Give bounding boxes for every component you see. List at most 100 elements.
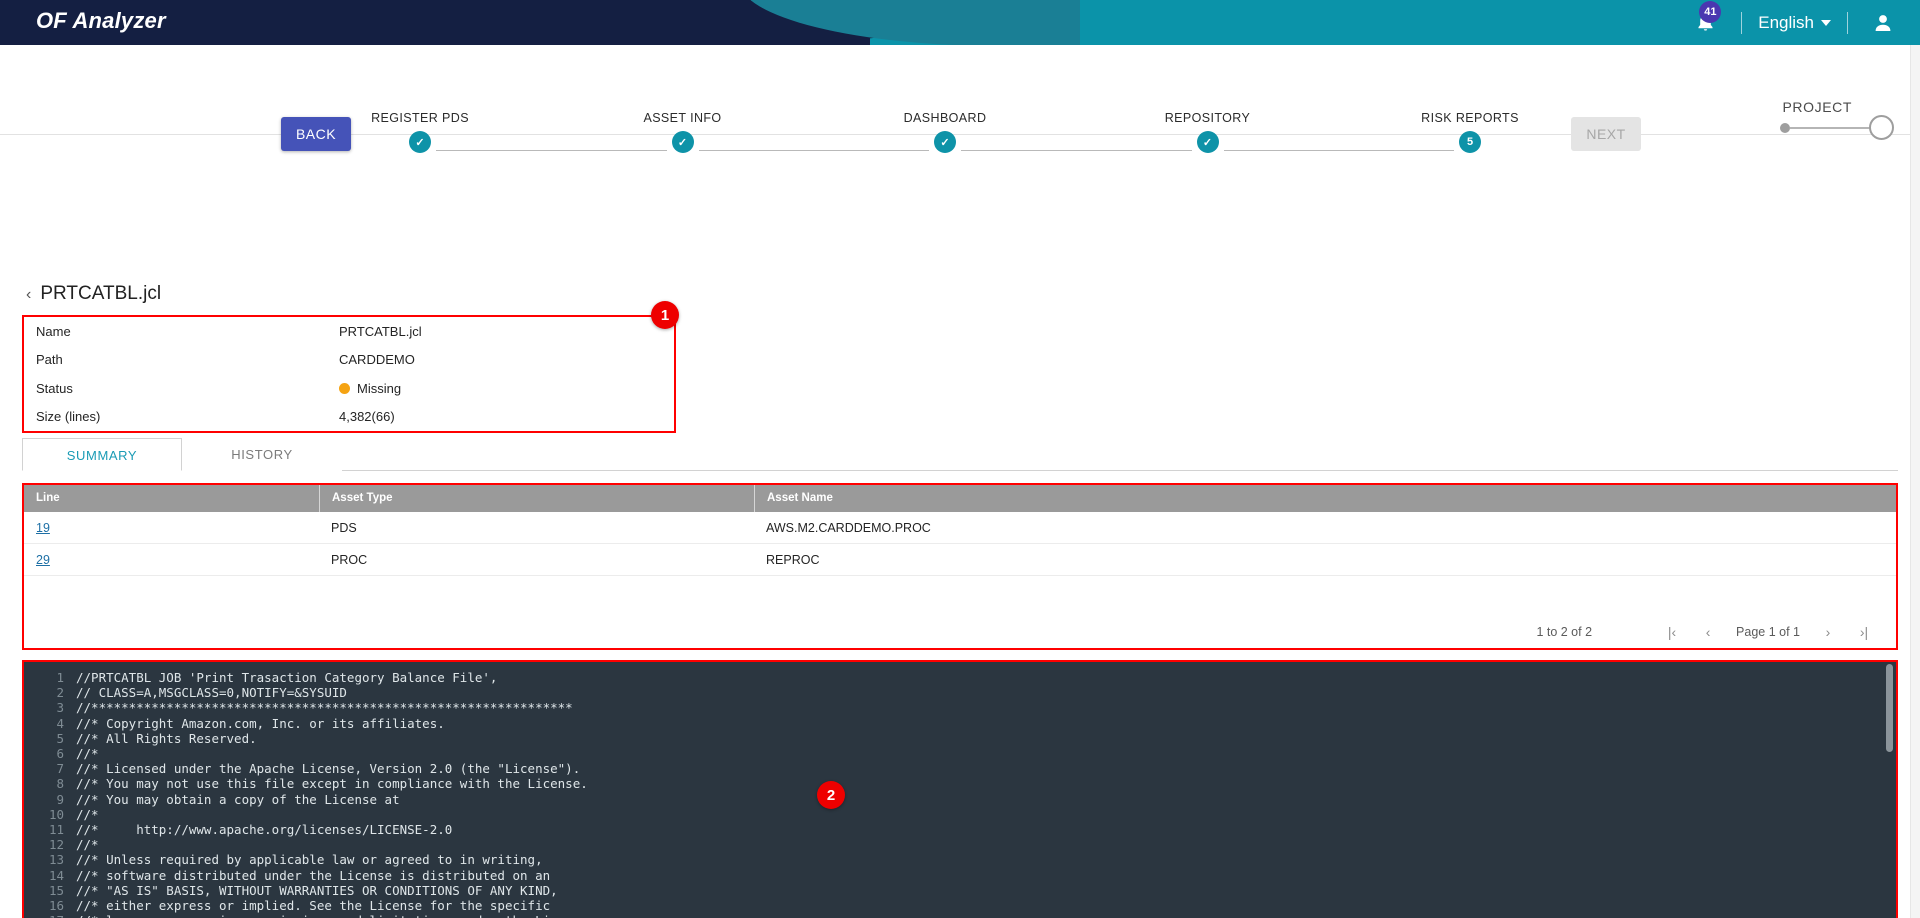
code-line: 17//* language governing permissions and… [24, 913, 1896, 918]
code-line-text: //* [76, 806, 99, 822]
column-header-line[interactable]: Line [24, 485, 319, 512]
code-line-text: //* You may obtain a copy of the License… [76, 791, 400, 807]
pagination-next-button[interactable]: › [1810, 624, 1846, 640]
code-line-text: //* [76, 746, 99, 762]
code-line-number: 1 [56, 670, 64, 685]
annotation-marker-1: 1 [651, 301, 679, 329]
code-line-text: //* You may not use this file except in … [76, 776, 588, 792]
notifications-button[interactable]: 41 [1685, 0, 1725, 45]
wizard-step-dashboard[interactable]: DASHBOARD ✓ [845, 111, 1045, 153]
language-selector[interactable]: English [1758, 13, 1831, 33]
code-line-text: //* language governing permissions and l… [76, 913, 588, 918]
step-label: RISK REPORTS [1421, 111, 1519, 125]
step-marker[interactable]: 5 [1459, 131, 1481, 153]
code-line-number: 8 [56, 776, 64, 792]
app-header: OF Analyzer 41 English [0, 0, 1920, 45]
step-label: ASSET INFO [643, 111, 722, 125]
code-line-text: //* [76, 837, 99, 853]
wizard-step-risk-reports[interactable]: RISK REPORTS 5 [1370, 111, 1570, 153]
column-header-asset-type[interactable]: Asset Type [319, 485, 754, 512]
detail-label: Status [36, 380, 73, 396]
code-line: 11 //* http://www.apache.org/licenses/LIC… [24, 822, 1896, 837]
step-marker[interactable]: ✓ [671, 131, 694, 153]
breadcrumb[interactable]: ‹ PRTCATBL.jcl [26, 283, 161, 305]
step-marker[interactable]: ✓ [1196, 131, 1219, 153]
source-code-viewer[interactable]: 1 //PRTCATBL JOB 'Print Trasaction Catego… [22, 660, 1898, 918]
code-line-number: 11 [48, 822, 64, 838]
pagination-page-label: Page 1 of 1 [1736, 625, 1800, 639]
detail-value-text: Missing [357, 380, 402, 396]
cell-asset-name: REPROC [766, 552, 820, 567]
code-line-number: 10 [48, 806, 64, 822]
code-line: 12 //* [24, 837, 1896, 852]
project-toggle[interactable]: PROJECT [1780, 99, 1894, 140]
pagination-last-button[interactable]: ›| [1846, 624, 1882, 640]
app-logo: OF Analyzer [36, 8, 166, 33]
code-line-number: 12 [48, 837, 64, 853]
header-divider-1 [1741, 11, 1743, 34]
code-line-text: //* Copyright Amazon.com, Inc. or its af… [76, 715, 445, 731]
notification-badge: 41 [1699, 1, 1722, 23]
code-line-text: //* Unless required by applicable law or… [76, 852, 543, 868]
pagination-prev-button[interactable]: ‹ [1690, 624, 1726, 640]
code-line-text: //* Licensed under the Apache License, V… [76, 761, 581, 777]
line-number-link[interactable]: 19 [36, 521, 50, 535]
code-line-text: //* http://www.apache.org/licenses/LICEN… [76, 822, 453, 838]
table-header-row: Line Asset Type Asset Name [24, 485, 1896, 512]
detail-value: 4,382(66) [339, 409, 395, 424]
step-connector-line [698, 150, 929, 151]
wizard-step-register-pds[interactable]: REGISTER PDS ✓ [320, 111, 520, 153]
code-line: 4 //* Copyright Amazon.com, Inc. or its a… [24, 716, 1896, 731]
code-line: 5 //* All Rights Reserved. [24, 731, 1896, 746]
detail-value: Missing [339, 381, 401, 396]
chevron-down-icon [1821, 19, 1831, 26]
detail-label: Path [36, 352, 63, 368]
code-line-number: 7 [56, 761, 64, 777]
detail-value-text: PRTCATBL.jcl [339, 323, 422, 339]
detail-value: CARDDEMO [339, 352, 415, 367]
code-line-number: 15 [48, 882, 64, 898]
step-connector-line [961, 150, 1192, 151]
tab-summary[interactable]: SUMMARY [22, 438, 182, 471]
code-lines-container: 1 //PRTCATBL JOB 'Print Trasaction Catego… [24, 662, 1896, 918]
column-header-asset-name[interactable]: Asset Name [754, 485, 1896, 512]
cell-asset-type: PDS [331, 520, 357, 535]
line-number-link[interactable]: 29 [36, 553, 50, 567]
code-line-text: //* "AS IS" BASIS, WITHOUT WARRANTIES OR… [76, 882, 558, 898]
wizard-step-asset-info[interactable]: ASSET INFO ✓ [583, 111, 783, 153]
annotation-marker-2: 2 [817, 781, 845, 809]
cell-asset-name: AWS.M2.CARDDEMO.PROC [766, 520, 931, 535]
code-line: 15 //* "AS IS" BASIS, WITHOUT WARRANTIES … [24, 883, 1896, 898]
user-menu-button[interactable] [1864, 13, 1902, 33]
detail-row: Path CARDDEMO [24, 346, 674, 375]
project-toggle-knob[interactable] [1869, 115, 1894, 140]
page-scrollbar[interactable] [1910, 45, 1920, 918]
code-line-text: //**************************************… [76, 700, 573, 716]
code-line: 1 //PRTCATBL JOB 'Print Trasaction Catego… [24, 670, 1896, 685]
code-line-text: //PRTCATBL JOB 'Print Trasaction Categor… [76, 670, 498, 685]
code-line-text: //* All Rights Reserved. [76, 730, 257, 746]
code-line-number: 6 [56, 746, 64, 762]
code-line: 9 //* You may obtain a copy of the Licens… [24, 792, 1896, 807]
pagination-first-button[interactable]: |‹ [1654, 624, 1690, 640]
code-line: 2 // CLASS=A,MSGCLASS=0,NOTIFY=&SYSUID [24, 685, 1896, 700]
code-line: 14 //* software distributed under the Lic… [24, 868, 1896, 883]
tab-history[interactable]: HISTORY [182, 438, 342, 471]
language-label: English [1758, 12, 1814, 32]
table-row: 19 PDS AWS.M2.CARDDEMO.PROC [24, 512, 1896, 544]
back-chevron-icon[interactable]: ‹ [26, 287, 31, 303]
step-marker[interactable]: ✓ [934, 131, 956, 153]
code-vertical-scrollbar[interactable] [1886, 664, 1893, 752]
pagination-range: 1 to 2 of 2 [1536, 625, 1593, 639]
step-marker[interactable]: ✓ [409, 131, 431, 153]
detail-label: Name [36, 323, 71, 339]
code-line-number: 14 [48, 867, 64, 883]
project-toggle-label: PROJECT [1782, 99, 1852, 115]
step-label: DASHBOARD [903, 111, 987, 125]
wizard-step-repository[interactable]: REPOSITORY ✓ [1108, 111, 1308, 153]
detail-value: PRTCATBL.jcl [339, 324, 422, 339]
code-line: 3 //*************************************… [24, 700, 1896, 715]
detail-value-text: CARDDEMO [339, 352, 415, 368]
step-label: REGISTER PDS [371, 111, 469, 125]
project-toggle-dot [1780, 122, 1790, 133]
